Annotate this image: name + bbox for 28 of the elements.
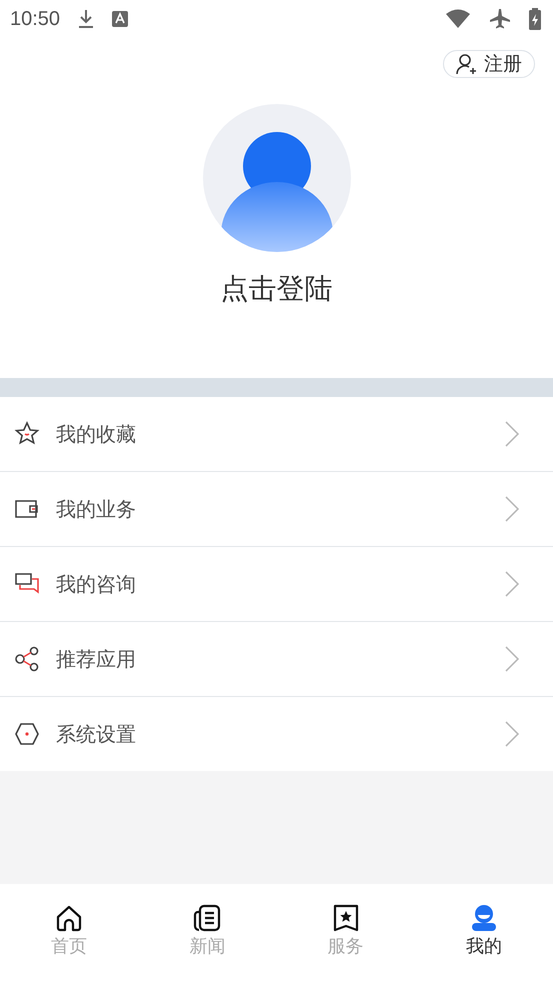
user-icon xyxy=(470,904,498,932)
star-icon xyxy=(14,421,40,447)
add-user-icon xyxy=(456,53,476,75)
chevron-right-icon xyxy=(505,646,519,672)
chevron-right-icon xyxy=(505,721,519,747)
menu-item[interactable]: 我的业务 xyxy=(0,472,553,547)
login-prompt[interactable]: 点击登陆 xyxy=(220,270,332,308)
battery-icon xyxy=(529,8,541,30)
home-icon xyxy=(55,904,84,932)
nav-tab[interactable]: 我的 xyxy=(414,884,553,984)
chevron-right-icon xyxy=(505,496,519,522)
font-icon xyxy=(112,11,128,27)
wifi-icon xyxy=(445,9,471,29)
bookmark-star-icon xyxy=(332,904,360,932)
chevron-right-icon xyxy=(505,421,519,447)
register-button[interactable]: 注册 xyxy=(443,50,535,78)
menu-item[interactable]: 系统设置 xyxy=(0,697,553,771)
avatar-icon[interactable] xyxy=(202,104,350,252)
share-icon xyxy=(14,646,40,672)
download-icon xyxy=(78,9,94,29)
settings-icon xyxy=(14,721,40,747)
menu-item[interactable]: 我的收藏 xyxy=(0,397,553,472)
news-icon xyxy=(193,904,222,932)
airplane-icon xyxy=(489,8,511,30)
menu-item[interactable]: 推荐应用 xyxy=(0,622,553,697)
status-time: 10:50 xyxy=(10,8,60,30)
chevron-right-icon xyxy=(505,571,519,597)
menu-item[interactable]: 我的咨询 xyxy=(0,547,553,622)
